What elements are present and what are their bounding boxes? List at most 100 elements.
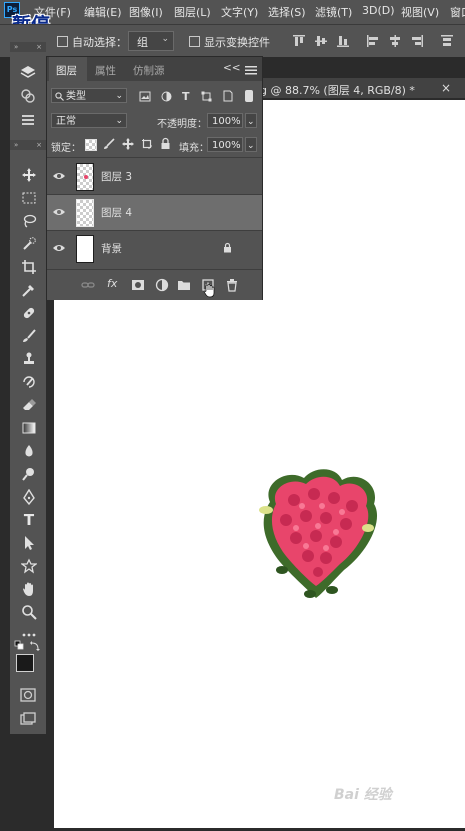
filter-pixel-icon[interactable] (139, 91, 151, 102)
dock-header[interactable]: » × (10, 42, 46, 52)
show-transform-checkbox[interactable] (189, 36, 200, 47)
blur-tool[interactable] (20, 442, 38, 460)
menu-filter[interactable]: 滤镜(T) (315, 4, 352, 20)
layer-filter-dropdown[interactable]: 类型 ⌄ (51, 88, 127, 103)
default-colors-icon[interactable] (14, 640, 42, 652)
menu-layer[interactable]: 图层(L) (174, 4, 211, 20)
lock-image-pixels-icon[interactable] (103, 138, 115, 150)
layers-panel-footer: fx (47, 269, 262, 300)
move-tool[interactable] (20, 166, 38, 184)
channels-icon[interactable] (20, 88, 36, 104)
mask-icon[interactable] (131, 278, 145, 292)
eraser-tool[interactable] (20, 396, 38, 414)
hand-tool[interactable] (20, 580, 38, 598)
shape-icon (21, 558, 37, 574)
visibility-eye-icon[interactable] (53, 243, 65, 253)
pen-tool[interactable] (20, 488, 38, 506)
fill-input[interactable]: 100% (207, 137, 243, 152)
layer-thumbnail (76, 199, 94, 227)
brush-tool[interactable] (20, 327, 38, 345)
layer-name[interactable]: 图层 4 (101, 205, 132, 220)
menu-3d[interactable]: 3D(D) (362, 4, 395, 17)
foreground-color-swatch[interactable] (16, 654, 34, 672)
options-bar: 自动选择： 组 ⌄ 显示变换控件 (0, 24, 465, 57)
align-top-icon[interactable] (292, 34, 306, 48)
align-right-icon[interactable] (410, 34, 424, 48)
adjustments-icon[interactable] (20, 112, 36, 128)
quick-select-icon (23, 237, 36, 250)
distribute-top-icon[interactable] (440, 34, 454, 48)
path-select-tool[interactable] (20, 534, 38, 552)
rose-heart-bouquet-image (259, 469, 378, 598)
menu-select[interactable]: 选择(S) (268, 4, 306, 20)
align-vcenter-icon[interactable] (314, 34, 328, 48)
filter-smart-object-icon[interactable] (223, 90, 233, 102)
healing-tool[interactable] (20, 304, 38, 322)
menu-view[interactable]: 视图(V) (401, 4, 439, 20)
tab-properties[interactable]: 属性 (95, 63, 116, 78)
visibility-eye-icon[interactable] (53, 171, 65, 181)
filter-type-icon[interactable]: T (182, 90, 190, 103)
adjustment-icon[interactable] (155, 278, 169, 292)
fx-icon[interactable]: fx (107, 277, 117, 290)
quick-select-tool[interactable] (20, 235, 38, 253)
auto-select-checkbox[interactable] (57, 36, 68, 47)
document-tab[interactable]: g @ 88.7% (图层 4, RGB/8) * × (246, 78, 465, 98)
fill-dropdown[interactable]: ⌄ (245, 137, 257, 152)
blend-mode-dropdown[interactable]: 正常 ⌄ (51, 113, 127, 128)
visibility-eye-icon[interactable] (53, 207, 65, 217)
lock-position-icon[interactable] (122, 138, 134, 150)
layer-row[interactable]: 背景 (47, 231, 262, 266)
stamp-tool[interactable] (20, 350, 38, 368)
trash-icon[interactable] (225, 278, 239, 292)
collapse-panel-icon[interactable]: << (223, 62, 241, 74)
tab-clone-source[interactable]: 仿制源 (133, 63, 165, 78)
menu-window[interactable]: 窗口 (450, 4, 465, 20)
tab-layers[interactable]: 图层 (56, 63, 77, 78)
layer-name[interactable]: 背景 (101, 241, 122, 256)
align-hcenter-icon[interactable] (388, 34, 402, 48)
hand-cursor-icon (203, 284, 215, 298)
layers-panel-tabs: 图层 属性 仿制源 << (47, 57, 262, 81)
dodge-tool[interactable] (20, 465, 38, 483)
lock-transparent-pixels-icon[interactable] (85, 139, 97, 151)
eyedropper-tool[interactable] (20, 281, 38, 299)
menu-image[interactable]: 图像(I) (129, 4, 163, 20)
layers-panel-toggle-icon[interactable] (20, 64, 36, 80)
history-brush-tool[interactable] (20, 373, 38, 391)
lock-all-icon[interactable] (160, 137, 171, 150)
lasso-tool[interactable] (20, 212, 38, 230)
gradient-tool[interactable] (20, 419, 38, 437)
zoom-tool[interactable] (20, 603, 38, 621)
layer-row-selected[interactable]: 图层 4 (47, 195, 262, 230)
type-tool[interactable]: T (20, 511, 38, 529)
lock-artboard-icon[interactable] (141, 138, 153, 150)
folder-icon[interactable] (177, 278, 191, 292)
layer-row[interactable]: 图层 3 (47, 159, 262, 194)
align-left-icon[interactable] (366, 34, 380, 48)
auto-select-dropdown[interactable]: 组 ⌄ (128, 31, 174, 51)
auto-select-label: 自动选择： (72, 36, 127, 49)
link-icon[interactable] (81, 278, 95, 292)
filter-shape-icon[interactable] (201, 91, 212, 102)
menu-edit[interactable]: 编辑(E) (84, 4, 122, 20)
tools-dock-header[interactable]: » × (10, 140, 46, 150)
filter-toggle-icon[interactable] (245, 90, 253, 102)
opacity-dropdown[interactable]: ⌄ (245, 113, 257, 128)
shape-tool[interactable] (20, 557, 38, 575)
hand-icon (23, 582, 33, 596)
crop-tool[interactable] (20, 258, 38, 276)
layer-thumbnail (76, 235, 94, 263)
opacity-input[interactable]: 100% (207, 113, 243, 128)
panel-menu-icon[interactable] (245, 65, 257, 75)
screen-mode-icon[interactable] (20, 712, 36, 726)
marquee-tool[interactable] (20, 189, 38, 207)
menu-type[interactable]: 文字(Y) (221, 4, 258, 20)
quick-mask-icon[interactable] (20, 688, 36, 702)
layer-name[interactable]: 图层 3 (101, 169, 132, 184)
align-bottom-icon[interactable] (336, 34, 350, 48)
close-tab-icon[interactable]: × (441, 81, 451, 95)
chevron-down-icon: ⌄ (161, 34, 169, 44)
filter-adjustment-icon[interactable] (161, 91, 172, 102)
show-transform-label: 显示变换控件 (204, 36, 270, 49)
